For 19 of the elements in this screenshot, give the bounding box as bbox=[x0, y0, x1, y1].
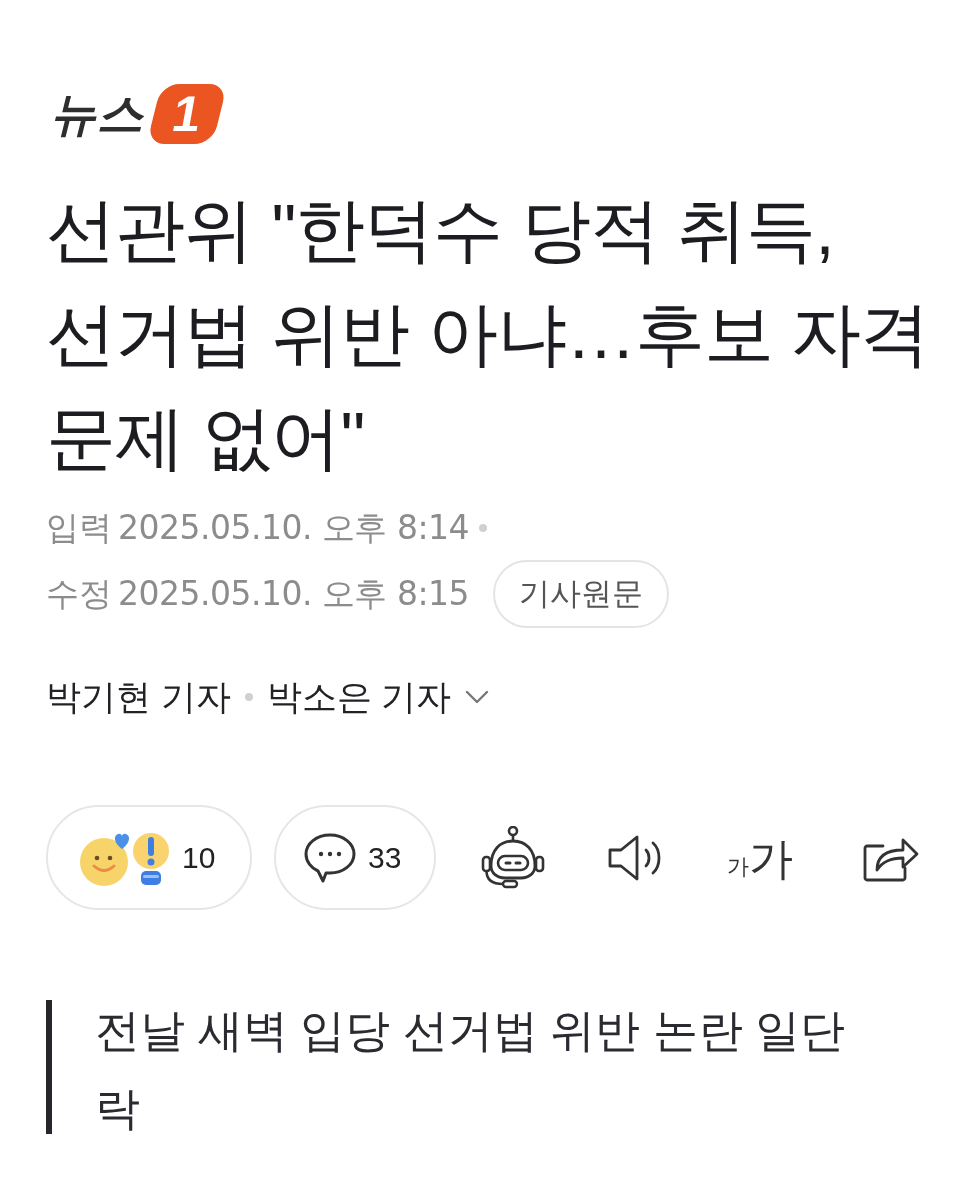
robot-icon bbox=[481, 825, 545, 890]
separator-dot-icon bbox=[479, 524, 488, 532]
original-article-button[interactable]: 기사원문 bbox=[493, 560, 670, 628]
timestamp-value: 2025.05.10. 오후 8:14 bbox=[118, 506, 470, 549]
article-headline: 선관위 "한덕수 당적 취득, 선거법 위반 아냐…후보 자격 문제 없어" bbox=[46, 190, 931, 479]
speech-bubble-icon bbox=[304, 832, 356, 883]
timestamp-label: 수정 bbox=[46, 573, 112, 614]
logo-wordmark: 뉴스 bbox=[50, 91, 144, 137]
reporter-name[interactable]: 박소은 기자 bbox=[266, 673, 452, 721]
chevron-down-icon[interactable] bbox=[465, 690, 490, 704]
timestamp-label: 입력 bbox=[46, 507, 112, 548]
reaction-button[interactable]: 10 bbox=[46, 805, 252, 910]
font-size-button[interactable]: 가가 bbox=[727, 829, 793, 886]
timestamp-value: 2025.05.10. 오후 8:15 bbox=[118, 572, 470, 615]
separator-dot-icon bbox=[244, 693, 253, 701]
comments-button[interactable]: 33 bbox=[274, 805, 436, 910]
article-subheadline: 전날 새벽 입당 선거법 위반 논란 일단락 bbox=[95, 1004, 846, 1136]
reporter-name[interactable]: 박기현 기자 bbox=[46, 673, 231, 721]
summary-bot-button[interactable] bbox=[481, 825, 545, 890]
